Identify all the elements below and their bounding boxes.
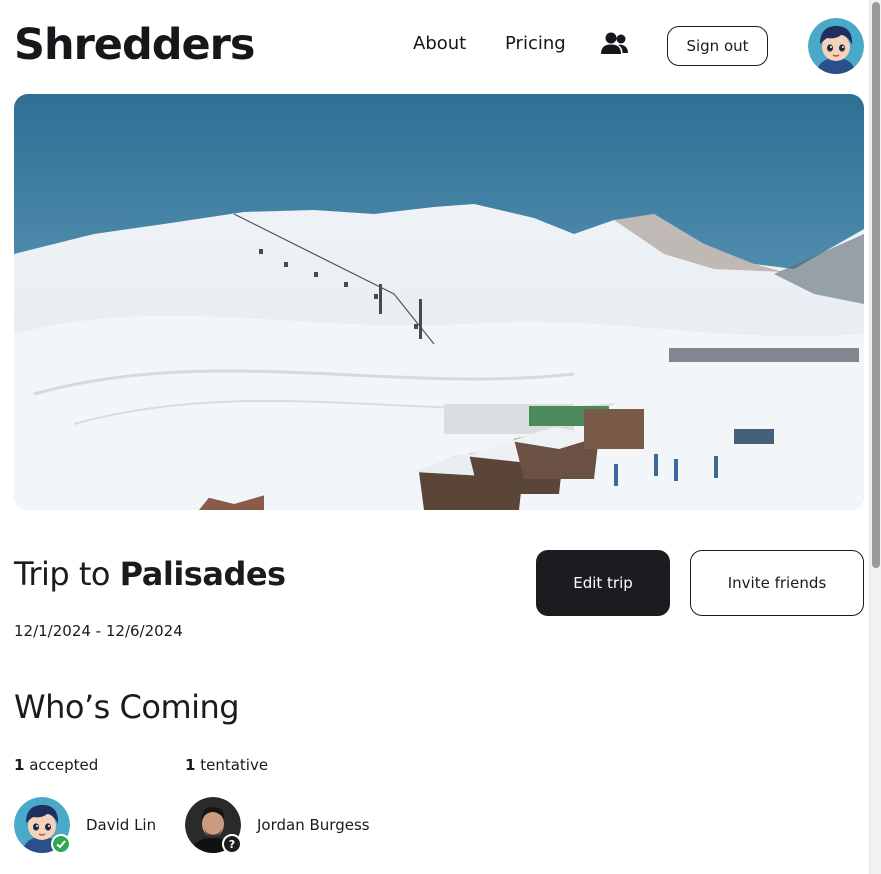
accepted-count-label: accepted [29,756,99,774]
trip-destination: Palisades [119,555,286,593]
trip-title-prefix: Trip to [14,555,111,593]
accepted-count-number: 1 [14,756,25,774]
invite-friends-button[interactable]: Invite friends [690,550,864,616]
nav-pricing-link[interactable]: Pricing [505,33,566,54]
site-header: Shredders About Pricing Sign out [0,0,869,94]
whos-coming-title: Who’s Coming [14,688,240,726]
attendee-name: David Lin [86,816,157,834]
attendee-name: Jordan Burgess [257,816,370,834]
question-icon: ? [222,834,242,854]
accepted-count[interactable]: 1 accepted [14,756,98,774]
edit-trip-button[interactable]: Edit trip [536,550,670,616]
scrollbar-thumb[interactable] [872,2,880,568]
sign-out-button[interactable]: Sign out [667,26,768,66]
check-icon [51,834,71,854]
tentative-count-label: tentative [200,756,269,774]
trip-dates: 12/1/2024 - 12/6/2024 [14,622,183,640]
user-avatar[interactable] [808,18,864,74]
users-icon[interactable] [600,31,630,57]
tentative-count-number: 1 [185,756,196,774]
logo[interactable]: Shredders [14,20,255,70]
trip-title: Trip to Palisades [14,555,286,593]
nav-about-link[interactable]: About [413,33,466,54]
hero-image [14,94,864,510]
tentative-count[interactable]: 1 tentative [185,756,268,774]
scrollbar[interactable] [869,0,881,874]
